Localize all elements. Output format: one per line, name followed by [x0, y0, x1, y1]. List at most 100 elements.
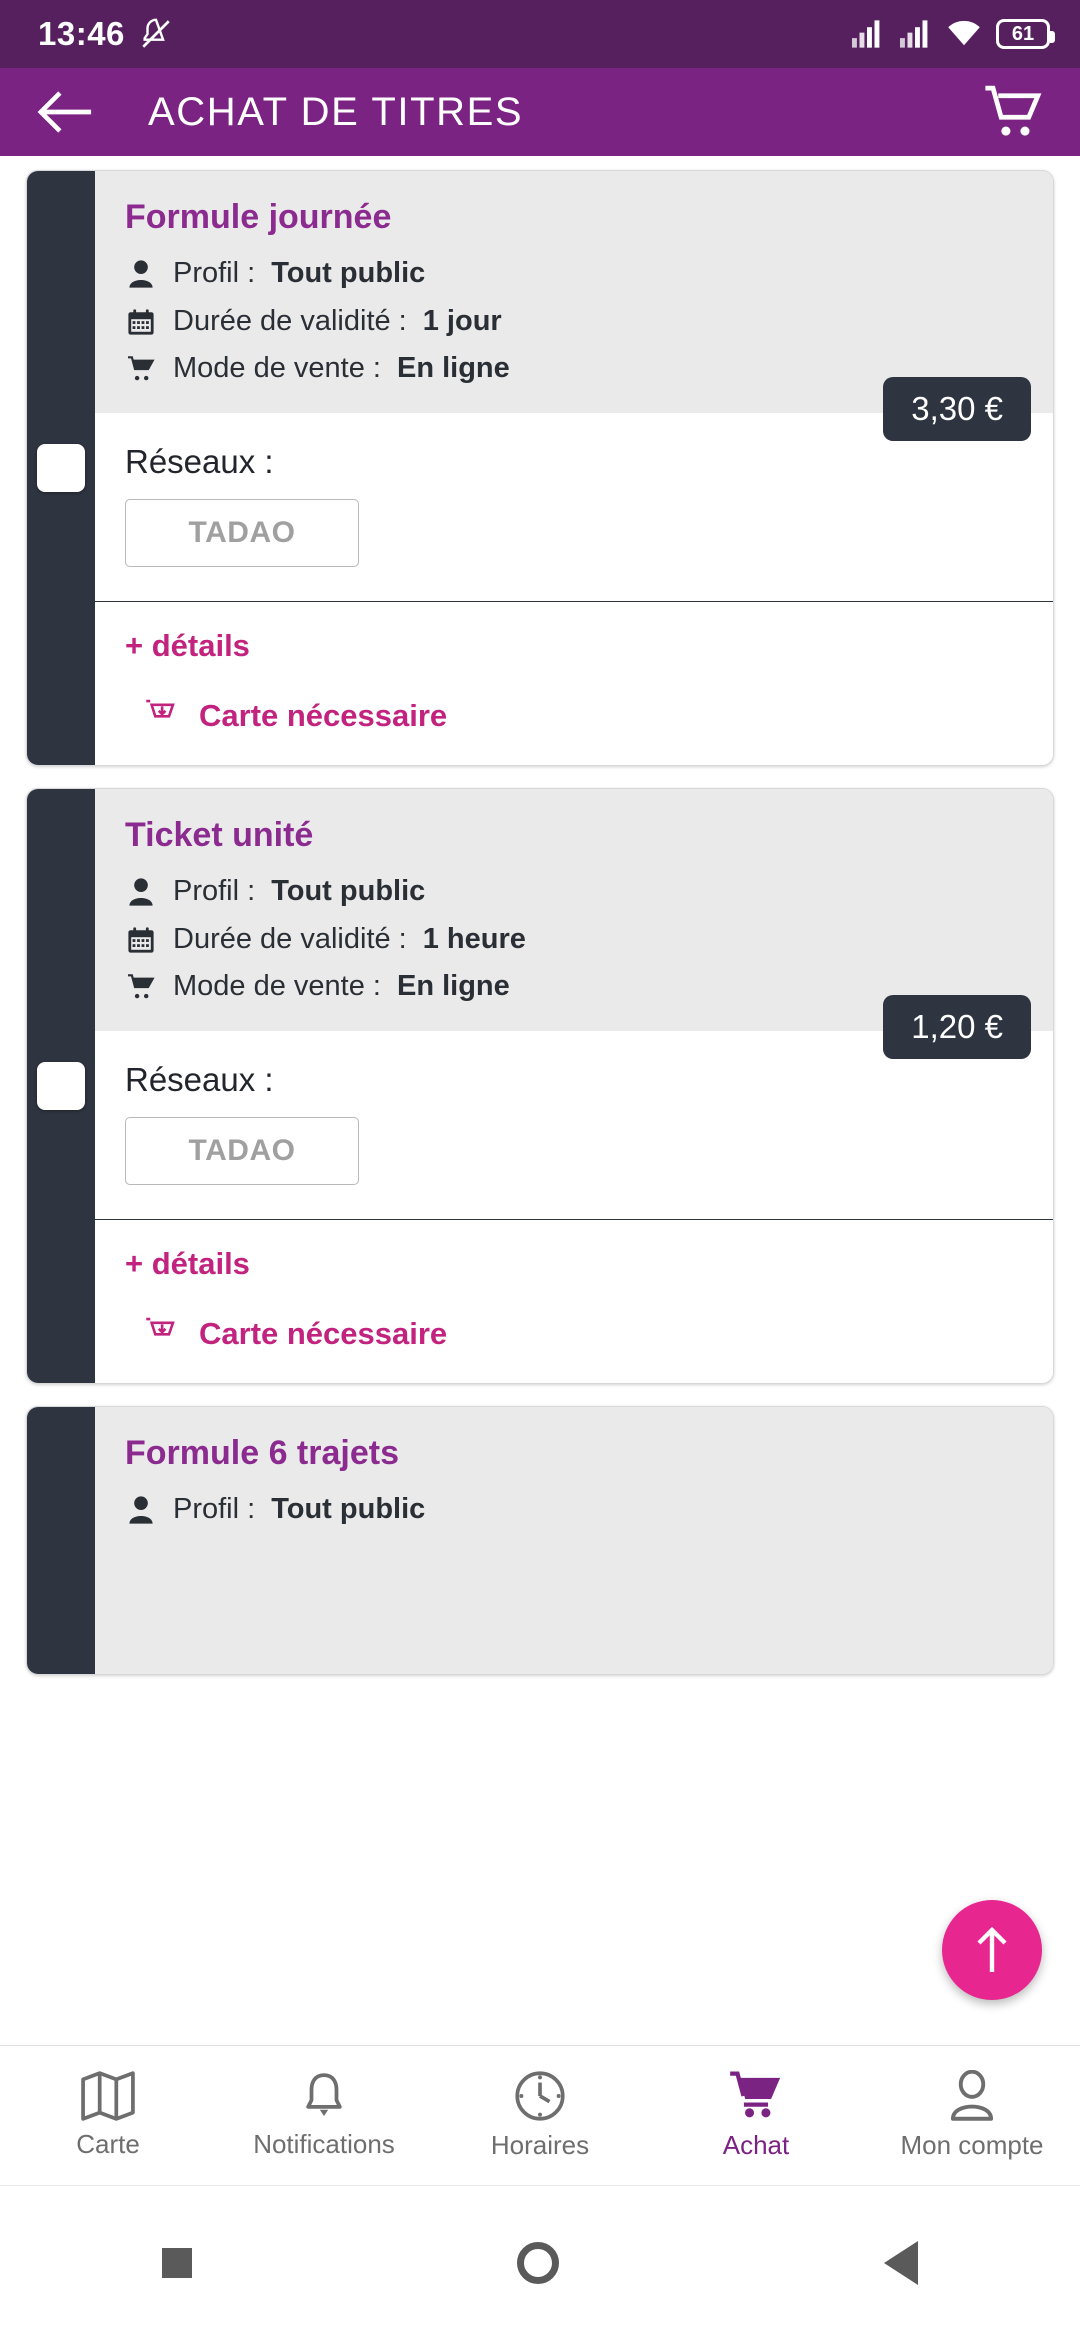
- nav-label: Notifications: [253, 2129, 395, 2159]
- ticket-attr-value: En ligne: [396, 352, 510, 385]
- scroll-to-top-fab[interactable]: [942, 1900, 1042, 2000]
- nav-item-carte[interactable]: Carte: [0, 2071, 216, 2160]
- app-bar: ACHAT DE TITRES: [0, 68, 1080, 156]
- ticket-card-body: Ticket unité Profil : Tout public Durée …: [95, 788, 1053, 1383]
- ticket-attr-label: Profil :: [173, 1493, 256, 1526]
- details-toggle[interactable]: + détails: [125, 1246, 1023, 1282]
- ticket-select-rail[interactable]: [27, 171, 95, 765]
- ticket-header: Formule journée Profil : Tout public Dur…: [95, 171, 1053, 441]
- ticket-title: Formule journée: [125, 198, 392, 236]
- ticket-attr-label: Mode de vente :: [173, 970, 381, 1003]
- person-icon: [125, 877, 157, 907]
- square-icon[interactable]: [162, 2248, 193, 2278]
- ticket-card[interactable]: Formule 6 trajets Profil : Tout public: [26, 1405, 1054, 1675]
- ticket-attr-profil: Profil : Tout public: [125, 250, 1023, 298]
- page-title: ACHAT DE TITRES: [148, 89, 524, 134]
- nav-item-horaires[interactable]: Horaires: [432, 2070, 648, 2161]
- ticket-list[interactable]: Formule journée Profil : Tout public Dur…: [0, 156, 1080, 2045]
- cart-download-icon: [143, 698, 177, 735]
- card-required-notice: Carte nécessaire: [125, 1316, 1023, 1353]
- ticket-card[interactable]: Ticket unité Profil : Tout public Durée …: [26, 787, 1054, 1384]
- ticket-attr-label: Mode de vente :: [173, 352, 381, 385]
- ticket-attr-label: Durée de validité :: [173, 922, 407, 955]
- calendar-icon: [125, 926, 157, 954]
- shopping-cart-icon: [125, 356, 157, 382]
- signal-bars-icon: [900, 20, 928, 48]
- ticket-select-rail[interactable]: [27, 788, 95, 1383]
- nav-label: Achat: [722, 2130, 790, 2160]
- ticket-card[interactable]: Formule journée Profil : Tout public Dur…: [26, 170, 1054, 766]
- ticket-attr-value: Tout public: [271, 1493, 426, 1526]
- card-required-label: Carte nécessaire: [199, 1316, 448, 1352]
- ticket-price-badge: 3,30 €: [883, 376, 1031, 441]
- nav-label: Carte: [76, 2129, 140, 2159]
- ticket-header: Formule 6 trajets Profil : Tout public: [95, 1406, 1053, 1674]
- shopping-cart-icon: [985, 85, 1042, 136]
- ticket-attr-value: Tout public: [271, 257, 426, 290]
- shopping-cart-icon: [730, 2071, 781, 2118]
- ticket-footer: + détails Carte nécessaire: [95, 1219, 1053, 1383]
- signal-bars-icon: [852, 20, 880, 48]
- details-toggle[interactable]: + détails: [125, 628, 1023, 664]
- network-chip: TADAO: [125, 1116, 359, 1185]
- ticket-footer: + détails Carte nécessaire: [95, 601, 1053, 765]
- networks-label: Réseaux :: [125, 1060, 274, 1098]
- status-bar-left: 13:46: [38, 15, 173, 53]
- ticket-card-body: Formule journée Profil : Tout public Dur…: [95, 171, 1053, 765]
- card-required-label: Carte nécessaire: [199, 698, 448, 734]
- status-bar: 13:46 61: [0, 0, 1080, 68]
- wifi-icon: [948, 20, 980, 46]
- ticket-attr-profil: Profil : Tout public: [125, 868, 1023, 916]
- ticket-attr-profil: Profil : Tout public: [125, 1486, 1023, 1534]
- ticket-title: Ticket unité: [125, 815, 314, 854]
- bell-muted-icon: [142, 18, 170, 48]
- ticket-attr-value: 1 jour: [422, 304, 502, 337]
- ticket-attr-duree: Durée de validité : 1 jour: [125, 298, 1023, 346]
- status-bar-clock: 13:46: [38, 15, 125, 52]
- person-icon: [950, 2070, 994, 2121]
- nav-item-mon-compte[interactable]: Mon compte: [864, 2070, 1080, 2161]
- ticket-header: Ticket unité Profil : Tout public Durée …: [95, 788, 1053, 1059]
- cart-download-icon: [143, 1316, 177, 1353]
- card-required-notice: Carte nécessaire: [125, 698, 1023, 735]
- person-icon: [125, 1495, 157, 1525]
- ticket-networks-section: Réseaux : TADAO: [95, 1030, 1053, 1220]
- person-icon: [125, 259, 157, 289]
- nav-item-notifications[interactable]: Notifications: [216, 2071, 432, 2160]
- back-arrow-icon: [37, 91, 92, 133]
- ticket-card-body: Formule 6 trajets Profil : Tout public: [95, 1406, 1053, 1674]
- ticket-attr-value: Tout public: [271, 875, 426, 908]
- bell-icon: [306, 2073, 342, 2116]
- ticket-attr-duree: Durée de validité : 1 heure: [125, 916, 1023, 964]
- circle-icon[interactable]: [516, 2242, 559, 2284]
- battery-indicator: 61: [996, 19, 1055, 49]
- ticket-attr-label: Profil :: [173, 875, 256, 908]
- cart-button[interactable]: [978, 76, 1050, 148]
- clock-icon: [515, 2071, 565, 2121]
- triangle-back-icon[interactable]: [883, 2241, 918, 2285]
- ticket-networks-section: Réseaux : TADAO: [95, 412, 1053, 602]
- back-button[interactable]: [34, 80, 98, 144]
- ticket-select-rail[interactable]: [27, 1406, 95, 1674]
- ticket-checkbox[interactable]: [37, 1061, 85, 1110]
- nav-label: Mon compte: [900, 2130, 1044, 2160]
- android-system-nav: [0, 2185, 1080, 2340]
- nav-label: Horaires: [490, 2130, 590, 2160]
- network-chip: TADAO: [125, 498, 359, 567]
- ticket-title: Formule 6 trajets: [125, 1433, 399, 1472]
- battery-level-text: 61: [1011, 23, 1035, 45]
- bottom-navigation: Carte Notifications Horaires Achat Mon c…: [0, 2045, 1080, 2185]
- ticket-attr-label: Durée de validité :: [173, 304, 407, 337]
- ticket-attr-value: En ligne: [396, 970, 510, 1003]
- ticket-checkbox[interactable]: [37, 443, 85, 492]
- ticket-price-badge: 1,20 €: [883, 994, 1031, 1059]
- arrow-up-icon: [977, 1926, 1007, 1972]
- shopping-cart-icon: [125, 974, 157, 1000]
- calendar-icon: [125, 308, 157, 336]
- nav-item-achat[interactable]: Achat: [648, 2070, 864, 2161]
- networks-label: Réseaux :: [125, 442, 274, 480]
- map-icon: [81, 2071, 135, 2121]
- ticket-attr-label: Profil :: [173, 257, 256, 290]
- ticket-attr-value: 1 heure: [422, 922, 526, 955]
- status-bar-right: 61: [850, 19, 1055, 49]
